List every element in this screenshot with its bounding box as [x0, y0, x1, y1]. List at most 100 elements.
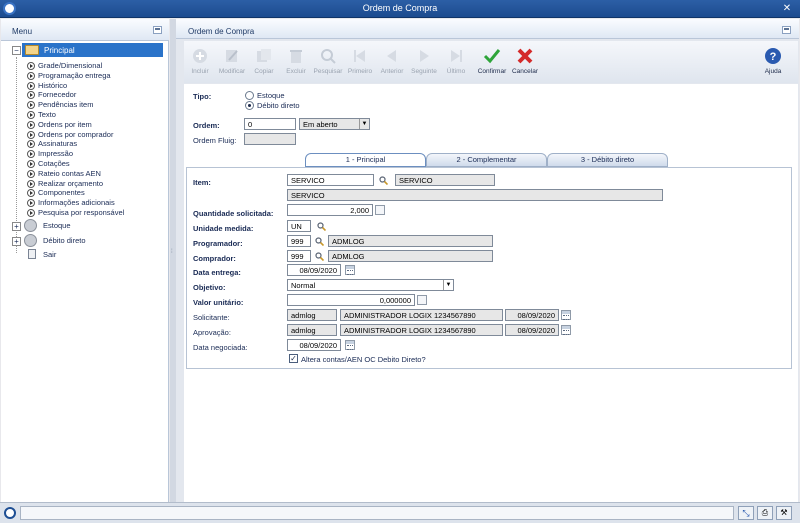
folder-icon: [25, 45, 39, 55]
anterior-button[interactable]: Anterior: [374, 47, 410, 75]
menu-item[interactable]: Cotações: [38, 159, 70, 168]
modificar-button[interactable]: Modificar: [214, 47, 250, 75]
menu-minimize-button[interactable]: [153, 26, 162, 34]
menu-item[interactable]: Pendências item: [38, 100, 93, 109]
toolbar: Incluir Modificar Copiar Excluir Pesquis…: [184, 41, 798, 83]
altera-contas-checkbox[interactable]: ✓: [289, 354, 298, 363]
excluir-button[interactable]: Excluir: [278, 47, 314, 75]
tab-principal[interactable]: 1 - Principal: [305, 153, 426, 167]
status-logo-icon: [4, 507, 16, 519]
menu-item[interactable]: Componentes: [38, 188, 85, 197]
aprovacao-user: admlog: [287, 324, 337, 336]
data-negociada-label: Data negociada:: [193, 343, 248, 352]
solicitante-label: Solicitante:: [193, 313, 230, 322]
menu-item[interactable]: Fornecedor: [38, 90, 76, 99]
solicitante-name: ADMINISTRADOR LOGIX 1234567890: [340, 309, 503, 321]
resize-icon[interactable]: ⤡: [738, 506, 754, 520]
menu-item[interactable]: Ordens por item: [38, 120, 92, 129]
menu-item[interactable]: Histórico: [38, 81, 67, 90]
debito-direto-icon: [24, 234, 37, 247]
menu-item[interactable]: Informações adicionais: [38, 198, 115, 207]
item-search-icon[interactable]: [379, 176, 388, 185]
objetivo-select[interactable]: Normal ▼: [287, 279, 454, 291]
cancelar-button[interactable]: Cancelar: [507, 47, 543, 75]
seguinte-button[interactable]: Seguinte: [406, 47, 442, 75]
menu-item[interactable]: Ordens por comprador: [38, 130, 113, 139]
calendar-icon[interactable]: [345, 265, 355, 275]
tab-complementar[interactable]: 2 - Complementar: [426, 153, 547, 167]
ordem-input[interactable]: 0: [244, 118, 296, 130]
calculator-icon[interactable]: [375, 205, 385, 215]
objetivo-label: Objetivo:: [193, 283, 226, 292]
menu-item[interactable]: Impressão: [38, 149, 73, 158]
status-message: [20, 506, 734, 520]
data-entrega-label: Data entrega:: [193, 268, 241, 277]
tree-item-principal[interactable]: Principal: [22, 43, 163, 57]
comprador-code-input[interactable]: 999: [287, 250, 311, 262]
search-icon: [321, 49, 336, 64]
programador-code-input[interactable]: 999: [287, 235, 311, 247]
calculator-icon[interactable]: [417, 295, 427, 305]
ajuda-button[interactable]: ? Ajuda: [755, 47, 791, 75]
pesquisar-button[interactable]: Pesquisar: [310, 47, 346, 75]
menu-panel: Menu − Principal Grade/Dimensional Progra…: [1, 19, 169, 502]
calendar-icon[interactable]: [561, 325, 571, 335]
status-value: Em aberto: [303, 120, 338, 129]
menu-item[interactable]: Assinaturas: [38, 139, 77, 148]
programador-name: ADMLOG: [328, 235, 493, 247]
calendar-icon[interactable]: [345, 340, 355, 350]
tree-item-estoque[interactable]: Estoque: [43, 221, 71, 230]
menu-item[interactable]: Rateio contas AEN: [38, 169, 101, 178]
tree-item-sair[interactable]: Sair: [43, 250, 56, 259]
menu-title: Menu: [12, 27, 33, 36]
incluir-button[interactable]: Incluir: [182, 47, 218, 75]
tipo-debito-label: Débito direto: [257, 101, 300, 110]
menu-item[interactable]: Programação entrega: [38, 71, 111, 80]
svg-text:?: ?: [770, 51, 777, 63]
main-minimize-button[interactable]: [782, 26, 791, 34]
ordem-label: Ordem:: [193, 121, 220, 130]
primeiro-button[interactable]: Primeiro: [342, 47, 378, 75]
tree-collapse-toggle[interactable]: −: [12, 46, 21, 55]
ordem-fluig-input[interactable]: [244, 133, 296, 145]
menu-item[interactable]: Grade/Dimensional: [38, 61, 102, 70]
data-entrega-input[interactable]: 08/09/2020: [287, 264, 341, 276]
tree-expand-toggle[interactable]: +: [12, 237, 21, 246]
confirmar-button[interactable]: Confirmar: [474, 47, 510, 75]
arrow-right-icon: [27, 62, 35, 70]
menu-item[interactable]: Realizar orçamento: [38, 179, 103, 188]
unidade-search-icon[interactable]: [317, 222, 326, 231]
window-close-button[interactable]: ✕: [780, 3, 794, 15]
print-icon[interactable]: ⎙: [757, 506, 773, 520]
tree-item-debito-direto[interactable]: Débito direto: [43, 236, 86, 245]
tree-expand-toggle[interactable]: +: [12, 222, 21, 231]
unidade-label: Unidade medida:: [193, 224, 254, 233]
tools-icon[interactable]: ⚒: [776, 506, 792, 520]
chevron-down-icon: ▼: [359, 119, 369, 129]
calendar-icon[interactable]: [561, 310, 571, 320]
status-select[interactable]: Em aberto ▼: [299, 118, 370, 130]
data-negociada-input[interactable]: 08/09/2020: [287, 339, 341, 351]
tipo-debito-radio[interactable]: [245, 101, 254, 110]
arrow-right-icon: [27, 150, 35, 159]
next-arrow-icon: [420, 50, 429, 62]
ultimo-button[interactable]: Último: [438, 47, 474, 75]
menu-item[interactable]: Texto: [38, 110, 56, 119]
tree-root-label: Principal: [44, 46, 75, 55]
tipo-estoque-radio[interactable]: [245, 91, 254, 100]
exit-door-icon: [28, 249, 36, 259]
aprovacao-date: 08/09/2020: [505, 324, 559, 336]
help-icon: ?: [765, 48, 781, 64]
quantidade-input[interactable]: 2,000: [287, 204, 373, 216]
tab-debito-direto[interactable]: 3 - Débito direto: [547, 153, 668, 167]
copy-icon: [257, 49, 271, 62]
programador-search-icon[interactable]: [315, 237, 324, 246]
arrow-right-icon: [27, 140, 35, 149]
copiar-button[interactable]: Copiar: [246, 47, 282, 75]
comprador-search-icon[interactable]: [315, 252, 324, 261]
valor-unitario-input[interactable]: 0,000000: [287, 294, 415, 306]
chevron-down-icon: ▼: [443, 280, 453, 290]
menu-item[interactable]: Pesquisa por responsável: [38, 208, 124, 217]
item-code-input[interactable]: SERVICO: [287, 174, 374, 186]
unidade-input[interactable]: UN: [287, 220, 311, 232]
